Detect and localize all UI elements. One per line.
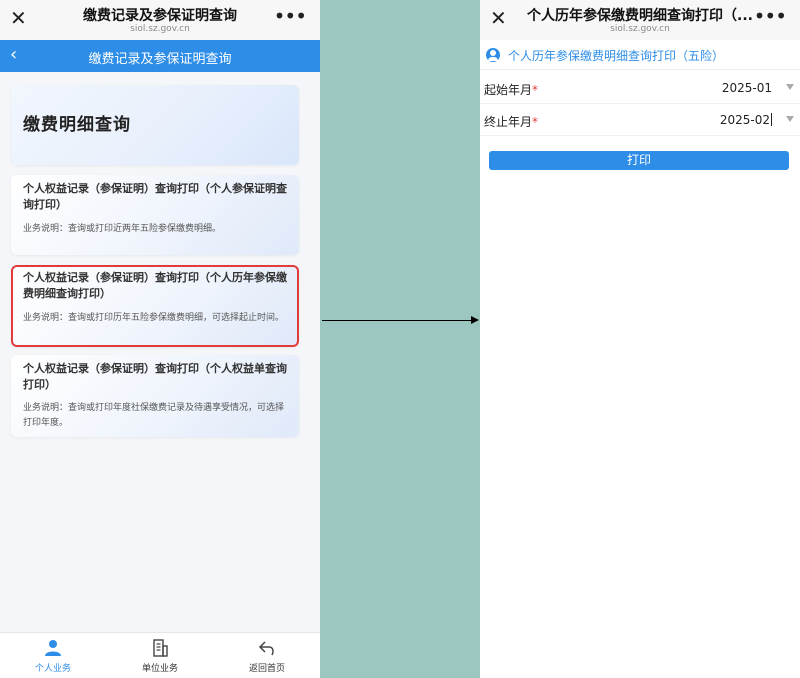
bottom-tab-bar: 个人业务 单位业务 返回首页 (0, 632, 320, 678)
tab-personal-business[interactable]: 个人业务 (0, 633, 106, 678)
end-month-value[interactable]: 2025-02 (720, 113, 772, 127)
hero-title: 缴费明细查询 (23, 115, 131, 135)
card-title: 个人权益记录（参保证明）查询打印（个人参保证明查询打印） (23, 182, 287, 211)
back-icon[interactable]: ‹ (10, 45, 17, 65)
tab-label: 返回首页 (248, 664, 285, 674)
app-header: ‹ 缴费记录及参保证明查询 (0, 40, 320, 72)
end-month-field[interactable]: 终止年月* 2025-02 (480, 105, 800, 136)
tab-label: 个人业务 (34, 664, 71, 674)
tab-unit-business[interactable]: 单位业务 (107, 633, 213, 678)
end-month-label: 终止年月* (484, 115, 539, 129)
service-card-rights-statement[interactable]: 个人权益记录（参保证明）查询打印（个人权益单查询打印） 业务说明：查询或打印年度… (11, 355, 299, 437)
wechat-nav-bar: ✕ 缴费记录及参保证明查询 siol.sz.gov.cn ••• (0, 0, 320, 40)
more-icon[interactable]: ••• (754, 6, 787, 26)
right-phone-screen: ✕ 个人历年参保缴费明细查询打印（... siol.sz.gov.cn ••• … (480, 0, 800, 678)
person-icon (45, 640, 61, 656)
close-icon[interactable]: ✕ (10, 7, 27, 29)
left-phone-screen: ✕ 缴费记录及参保证明查询 siol.sz.gov.cn ••• ‹ 缴费记录及… (0, 0, 320, 678)
service-card-payment-history[interactable]: 个人权益记录（参保证明）查询打印（个人历年参保缴费明细查询打印） 业务说明：查询… (11, 265, 299, 347)
page-domain: siol.sz.gov.cn (130, 24, 190, 34)
page-domain: siol.sz.gov.cn (610, 24, 670, 34)
user-circle-icon (486, 48, 500, 62)
start-month-value[interactable]: 2025-01 (722, 81, 772, 95)
start-month-label: 起始年月* (484, 83, 539, 97)
required-mark: * (532, 115, 539, 129)
arrow-right-icon (471, 316, 479, 324)
dropdown-caret-icon[interactable] (786, 116, 794, 122)
section-title: 个人历年参保缴费明细查询打印（五险） (508, 49, 725, 63)
page-title: 缴费记录及参保证明查询 (83, 8, 237, 24)
tab-label: 单位业务 (141, 664, 178, 674)
card-title: 个人权益记录（参保证明）查询打印（个人权益单查询打印） (23, 362, 287, 391)
service-card-insurance-certificate[interactable]: 个人权益记录（参保证明）查询打印（个人参保证明查询打印） 业务说明：查询或打印近… (11, 175, 299, 255)
dropdown-caret-icon[interactable] (786, 84, 794, 90)
section-header: 个人历年参保缴费明细查询打印（五险） (480, 40, 800, 70)
text-cursor (771, 113, 772, 126)
wechat-nav-bar: ✕ 个人历年参保缴费明细查询打印（... siol.sz.gov.cn ••• (480, 0, 800, 40)
page-title: 个人历年参保缴费明细查询打印（... (527, 8, 753, 24)
card-description: 业务说明：查询或打印历年五险参保缴费明细，可选择起止时间。 (23, 313, 285, 323)
return-arrow-icon (258, 641, 274, 656)
card-title: 个人权益记录（参保证明）查询打印（个人历年参保缴费明细查询打印） (23, 271, 287, 300)
header-title: 缴费记录及参保证明查询 (88, 52, 232, 67)
more-icon[interactable]: ••• (274, 6, 307, 26)
start-month-field[interactable]: 起始年月* 2025-01 (480, 73, 800, 104)
building-doc-icon (153, 639, 168, 657)
card-description: 业务说明：查询或打印近两年五险参保缴费明细。 (23, 224, 222, 234)
print-button[interactable]: 打印 (489, 151, 789, 170)
card-description: 业务说明：查询或打印年度社保缴费记录及待遇享受情况，可选择打印年度。 (23, 403, 285, 428)
required-mark: * (532, 83, 539, 97)
close-icon[interactable]: ✕ (490, 7, 507, 29)
tab-return-home[interactable]: 返回首页 (214, 633, 320, 678)
transition-arrow-line (322, 320, 472, 321)
hero-banner: 缴费明细查询 (11, 85, 299, 165)
